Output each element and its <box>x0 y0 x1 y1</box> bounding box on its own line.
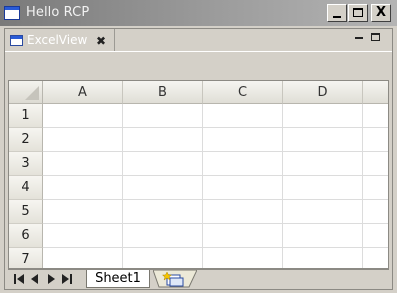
last-sheet-icon <box>62 274 72 284</box>
cell-d1[interactable] <box>283 104 363 128</box>
next-sheet-icon <box>48 274 55 284</box>
minimize-button[interactable] <box>327 4 347 22</box>
row-header-6[interactable]: 6 <box>9 224 43 248</box>
cell-b2[interactable] <box>123 128 203 152</box>
cell-c7[interactable] <box>203 248 283 268</box>
cell-c6[interactable] <box>203 224 283 248</box>
cell-e2[interactable] <box>363 128 388 152</box>
column-header-b[interactable]: B <box>123 81 203 104</box>
cell-a4[interactable] <box>43 176 123 200</box>
insert-sheet-icon <box>152 269 198 288</box>
view-tab-label: ExcelView <box>27 33 88 47</box>
cell-a1[interactable] <box>43 104 123 128</box>
cell-c5[interactable] <box>203 200 283 224</box>
prev-sheet-icon <box>31 274 38 284</box>
column-header-a[interactable]: A <box>43 81 123 104</box>
corner-triangle-icon <box>25 86 39 100</box>
next-sheet-button[interactable] <box>46 273 57 285</box>
column-header-c[interactable]: C <box>203 81 283 104</box>
maximize-button[interactable] <box>348 4 368 22</box>
cell-e1[interactable] <box>363 104 388 128</box>
close-button[interactable]: X <box>371 4 391 22</box>
row-header-5[interactable]: 5 <box>9 200 43 224</box>
cell-a7[interactable] <box>43 248 123 268</box>
insert-sheet-tab[interactable] <box>152 269 198 288</box>
maximize-view-icon <box>371 33 380 41</box>
last-sheet-button[interactable] <box>62 273 73 285</box>
minimize-view-button[interactable] <box>355 33 363 39</box>
cell-b5[interactable] <box>123 200 203 224</box>
cell-d7[interactable] <box>283 248 363 268</box>
view-toolbar <box>5 51 392 79</box>
cell-e4[interactable] <box>363 176 388 200</box>
cell-d4[interactable] <box>283 176 363 200</box>
title-bar: Hello RCP X <box>0 0 397 26</box>
cell-a3[interactable] <box>43 152 123 176</box>
cell-b7[interactable] <box>123 248 203 268</box>
view-tab-close-icon[interactable]: ✖ <box>96 34 106 48</box>
row-header-3[interactable]: 3 <box>9 152 43 176</box>
column-header-d[interactable]: D <box>283 81 363 104</box>
row-header-1[interactable]: 1 <box>9 104 43 128</box>
cell-b6[interactable] <box>123 224 203 248</box>
cell-c2[interactable] <box>203 128 283 152</box>
cell-c3[interactable] <box>203 152 283 176</box>
column-header-e[interactable] <box>363 81 388 104</box>
cell-e3[interactable] <box>363 152 388 176</box>
minimize-view-icon <box>355 37 363 39</box>
view-icon <box>10 35 23 46</box>
window-icon <box>4 6 20 20</box>
minimize-icon <box>333 16 341 18</box>
cell-e5[interactable] <box>363 200 388 224</box>
spreadsheet-grid[interactable]: A B C D 1 2 3 4 5 6 7 <box>8 80 389 269</box>
row-header-4[interactable]: 4 <box>9 176 43 200</box>
select-all-corner[interactable] <box>9 81 43 104</box>
row-header-2[interactable]: 2 <box>9 128 43 152</box>
sheet-tab-bar: Sheet1 <box>8 269 389 288</box>
cell-d5[interactable] <box>283 200 363 224</box>
cell-a6[interactable] <box>43 224 123 248</box>
cell-b3[interactable] <box>123 152 203 176</box>
maximize-icon <box>353 8 363 17</box>
row-header-7[interactable]: 7 <box>9 248 43 268</box>
cell-a2[interactable] <box>43 128 123 152</box>
window-title: Hello RCP <box>26 5 90 20</box>
view-tab-excelview[interactable]: ExcelView ✖ <box>5 29 115 51</box>
excel-view: ExcelView ✖ A B C D 1 2 3 4 5 6 7 Sheet1 <box>4 28 393 290</box>
first-sheet-icon <box>14 274 24 284</box>
first-sheet-button[interactable] <box>14 273 25 285</box>
cell-e7[interactable] <box>363 248 388 268</box>
sheet-tab-sheet1[interactable]: Sheet1 <box>86 270 150 288</box>
cell-e6[interactable] <box>363 224 388 248</box>
cell-b1[interactable] <box>123 104 203 128</box>
cell-b4[interactable] <box>123 176 203 200</box>
cell-c4[interactable] <box>203 176 283 200</box>
cell-a5[interactable] <box>43 200 123 224</box>
maximize-view-button[interactable] <box>371 33 380 41</box>
close-icon: X <box>375 5 387 20</box>
cell-d6[interactable] <box>283 224 363 248</box>
prev-sheet-button[interactable] <box>30 273 41 285</box>
cell-d2[interactable] <box>283 128 363 152</box>
cell-d3[interactable] <box>283 152 363 176</box>
cell-c1[interactable] <box>203 104 283 128</box>
